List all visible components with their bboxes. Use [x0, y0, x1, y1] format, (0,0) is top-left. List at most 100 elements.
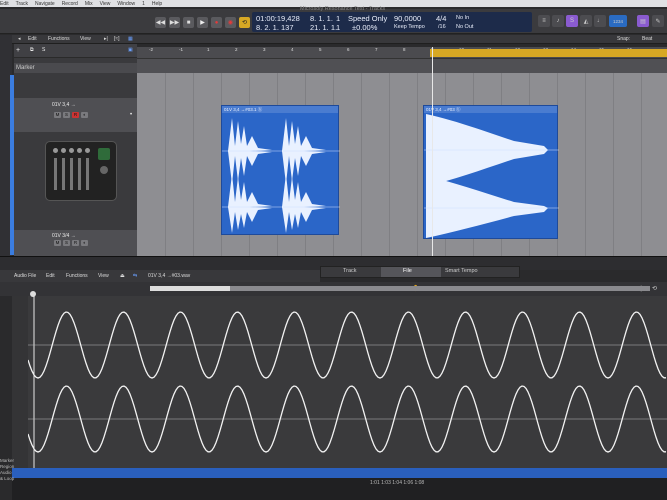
editor-time-position: 1:01 1:03 1:04 1:06 1:08 — [370, 480, 425, 486]
region-1-waveform — [222, 118, 340, 233]
editor-tabs: Track File Smart Tempo — [320, 266, 520, 278]
stop-icon[interactable]: ■ — [183, 17, 194, 28]
lcd-display[interactable]: 01:00:19,428 8. 2. 1. 137 8. 1. 1. 1 21.… — [252, 12, 532, 32]
signature-bottom: /16 — [438, 24, 446, 30]
bar-gridline — [165, 73, 166, 256]
track-header-1[interactable]: 01V 3,4 → M S R ◐ • — [14, 98, 137, 132]
ruler-tick: 6 — [347, 47, 350, 52]
device-encoder — [100, 166, 108, 174]
global-tracks-icon[interactable]: ▣ — [128, 47, 133, 53]
editor-playhead-handle[interactable] — [30, 291, 36, 297]
snap-value[interactable]: Beat — [642, 36, 652, 42]
flex-icon[interactable]: [≈] — [114, 36, 120, 42]
tab-smart-tempo[interactable]: Smart Tempo — [445, 268, 478, 274]
tracks-edit-menu[interactable]: Edit — [28, 36, 37, 42]
audio-region-2[interactable]: 01V 3,4 →#03 ⓑ — [423, 105, 559, 239]
audio-file-menu[interactable]: Audio File — [14, 273, 36, 279]
device-fader — [70, 158, 73, 190]
menu-window[interactable]: Window — [117, 1, 135, 7]
bar-gridline — [361, 73, 362, 256]
forward-icon[interactable]: ▶▶ — [169, 17, 180, 28]
track-header-toolbar: + ⧉ S ▣ — [14, 44, 137, 58]
tab-track[interactable]: Track — [343, 268, 357, 274]
menu-view[interactable]: View — [100, 1, 111, 7]
menu-1[interactable]: 1 — [142, 1, 145, 7]
menu-track[interactable]: Track — [16, 1, 28, 7]
speed-label: Speed Only — [348, 14, 388, 23]
cycle-icon[interactable]: ⟲ — [239, 17, 250, 28]
playhead[interactable] — [432, 47, 433, 257]
menu-navigate[interactable]: Navigate — [35, 1, 55, 7]
menu-mix[interactable]: Mix — [85, 1, 93, 7]
lcd-bar-bottom-sub: 1 — [336, 23, 341, 32]
logic-pro-window: Edit Track Navigate Record Mix View Wind… — [0, 0, 667, 500]
tuner-icon[interactable]: ♪ — [552, 15, 564, 27]
editors-icon[interactable]: ✎ — [652, 15, 664, 27]
menu-help[interactable]: Help — [152, 1, 162, 7]
duplicate-track-icon[interactable]: ⧉ — [30, 47, 34, 53]
track-1-input-monitor-icon[interactable]: ◐ — [81, 112, 88, 118]
metronome-icon[interactable]: ◭ — [580, 15, 592, 27]
count-in-icon[interactable]: ♩ — [594, 15, 606, 27]
track-2-input-monitor-icon[interactable]: ◐ — [81, 240, 88, 246]
file-region-bar[interactable] — [12, 468, 667, 478]
snap-label: Snap: — [617, 36, 631, 42]
track-2-mute-button[interactable]: M — [54, 240, 61, 246]
tab-file[interactable]: File — [403, 268, 412, 274]
solo-icon[interactable]: S — [566, 15, 578, 27]
bar-gridline — [417, 73, 418, 256]
editor-view-menu[interactable]: View — [98, 273, 109, 279]
track-1-name[interactable]: 01V 3,4 → — [52, 102, 76, 108]
bar-gridline — [613, 73, 614, 256]
catch-icon[interactable]: ▸| — [104, 36, 108, 42]
add-track-icon[interactable]: + — [16, 47, 20, 54]
play-icon[interactable]: ▶ — [197, 17, 208, 28]
track-2-solo-button[interactable]: S — [63, 240, 70, 246]
ruler-tick: 7 — [375, 47, 378, 52]
record-icon[interactable]: ● — [211, 17, 222, 28]
editor-edit-menu[interactable]: Edit — [46, 273, 55, 279]
track-1-solo-button[interactable]: S — [63, 112, 70, 118]
bar-gridline — [193, 73, 194, 256]
library-icon[interactable]: ▤ — [637, 15, 649, 27]
global-solo-icon[interactable]: S — [42, 47, 45, 53]
list-editor-icon[interactable]: ≡ — [538, 15, 550, 27]
marker-row: Marker — [14, 63, 137, 73]
track-lane[interactable] — [137, 73, 667, 256]
ruler-tick: 8 — [403, 47, 406, 52]
track-header-2[interactable]: 01V 3/4 → M S R ◐ — [14, 230, 137, 256]
play-file-icon[interactable]: ⏏ — [120, 273, 125, 279]
audio-region-1[interactable]: 01V 3,4 →#03.1 ⓑ — [221, 105, 340, 235]
cpu-badge[interactable]: 1234 — [609, 15, 627, 27]
tracks-view-menu[interactable]: View — [80, 36, 91, 42]
track-1-record-button[interactable]: R — [72, 112, 79, 118]
file-overview-visible-range[interactable] — [150, 286, 230, 291]
ruler-tick: -2 — [149, 47, 154, 52]
editor-functions-menu[interactable]: Functions — [66, 273, 88, 279]
menu-record[interactable]: Record — [62, 1, 78, 7]
lcd-bar-bottom: 21. 1. 1. — [310, 23, 338, 32]
capture-record-icon[interactable]: ◉ — [225, 17, 236, 28]
cycle-playback-icon[interactable]: ⟲ — [652, 285, 657, 292]
editor-left-strip — [0, 296, 12, 468]
menu-edit[interactable]: Edit — [0, 1, 9, 7]
link-icon[interactable]: ⇆ — [133, 273, 137, 279]
rewind-icon[interactable]: ◀◀ — [155, 17, 166, 28]
toolbar-back-icon[interactable]: ◂ — [18, 36, 21, 42]
tracks-functions-menu[interactable]: Functions — [48, 36, 70, 42]
automation-icon[interactable]: ▦ — [128, 36, 133, 42]
marker-lane[interactable] — [137, 59, 667, 73]
track-1-mute-button[interactable]: M — [54, 112, 61, 118]
track-1-dot-icon: • — [130, 112, 133, 118]
level-scale — [12, 296, 28, 468]
region-2-waveform — [424, 114, 559, 238]
bar-gridline — [389, 73, 390, 256]
cycle-region[interactable] — [430, 49, 667, 57]
waveform-editor[interactable] — [12, 296, 667, 468]
ruler-tick: 4 — [291, 47, 294, 52]
bar-gridline — [641, 73, 642, 256]
track-2-record-button[interactable]: R — [72, 240, 79, 246]
signature-top: 4/4 — [436, 14, 447, 23]
device-knob — [69, 148, 74, 153]
track-2-name[interactable]: 01V 3/4 → — [52, 233, 76, 239]
